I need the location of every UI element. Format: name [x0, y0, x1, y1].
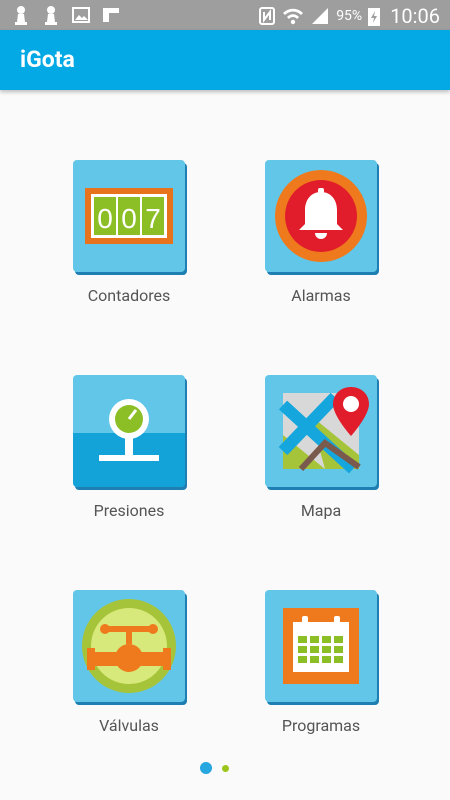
page-dot[interactable] — [222, 764, 229, 772]
menu-tile-presiones[interactable]: Presiones — [69, 375, 189, 520]
pressure-gauge-icon — [73, 375, 185, 487]
tile-label: Presiones — [93, 501, 165, 520]
alarm-bell-icon — [265, 160, 377, 272]
valve-icon — [73, 590, 185, 702]
flipboard-icon — [103, 8, 119, 22]
menu-tile-alarmas[interactable]: Alarmas — [261, 160, 381, 305]
notification-pawn-icon — [45, 6, 57, 25]
app-bar: iGota — [0, 30, 450, 90]
signal-icon — [312, 8, 329, 24]
page-indicator — [200, 762, 229, 774]
menu-tile-mapa[interactable]: Mapa — [261, 375, 381, 520]
menu-tile-valvulas[interactable]: Válvulas — [69, 590, 189, 735]
nfc-icon — [259, 7, 276, 25]
menu-tile-programas[interactable]: Programas — [261, 590, 381, 735]
notification-pawn-icon — [15, 6, 27, 25]
wifi-icon — [283, 8, 304, 25]
battery-percent: 95% — [336, 8, 363, 24]
menu-tile-contadores[interactable]: 0 0 7 Contadores — [69, 160, 189, 305]
status-bar: 95% 10:06 — [0, 0, 450, 30]
counter-digit: 0 — [97, 203, 113, 234]
tile-label: Contadores — [87, 286, 171, 305]
calendar-icon — [265, 590, 377, 702]
tile-label: Alarmas — [291, 286, 351, 305]
clock: 10:06 — [390, 4, 440, 28]
tile-label: Mapa — [300, 501, 342, 520]
page-dot-active[interactable] — [200, 762, 212, 774]
tile-label: Programas — [281, 716, 361, 735]
counter-digit: 7 — [145, 203, 161, 234]
system-icons: 95% 10:06 — [258, 4, 440, 28]
map-pin-icon — [265, 375, 377, 487]
battery-charging-icon — [368, 8, 381, 26]
notification-icons — [12, 5, 120, 25]
counter-digit: 0 — [121, 203, 137, 234]
image-icon — [72, 7, 90, 23]
tile-label: Válvulas — [99, 716, 159, 735]
app-title: iGota — [20, 46, 75, 73]
counter-icon: 0 0 7 — [73, 160, 185, 272]
